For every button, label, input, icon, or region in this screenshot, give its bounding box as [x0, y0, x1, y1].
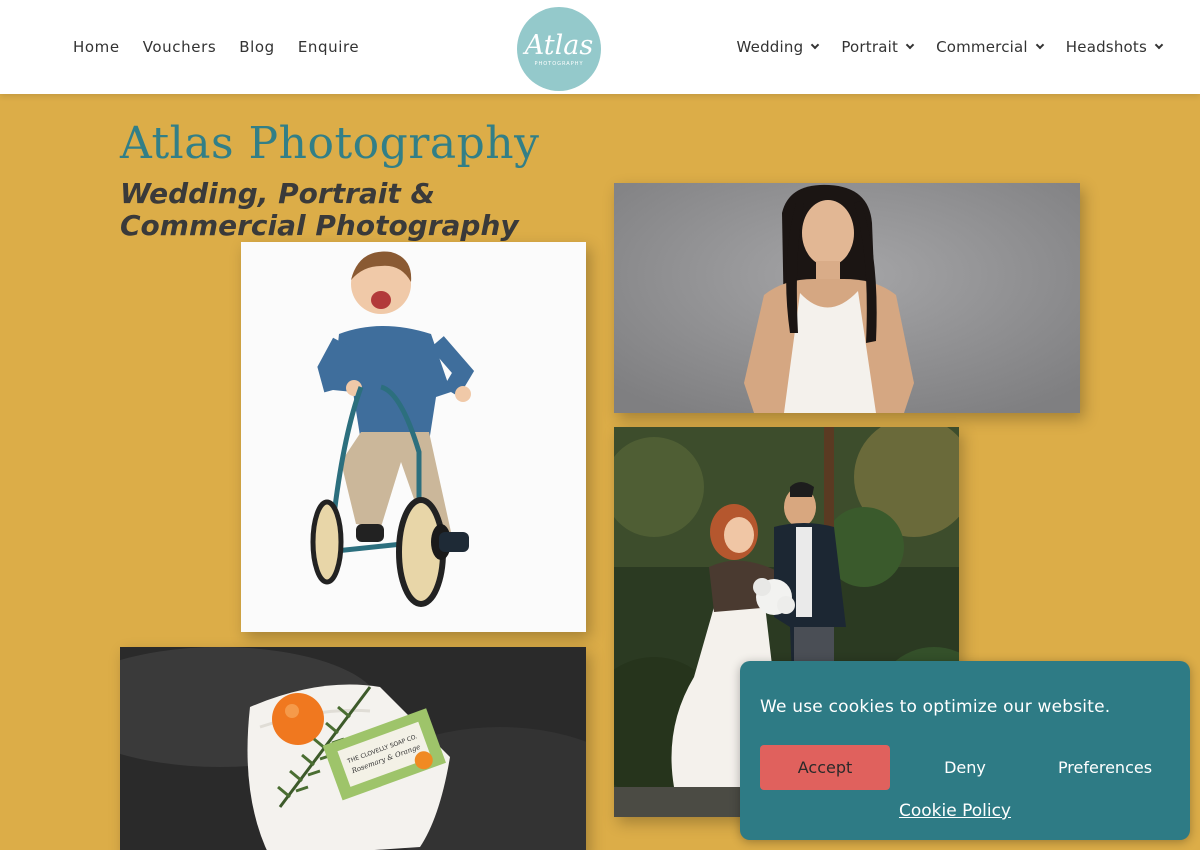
cookie-deny-button[interactable]: Deny — [910, 745, 1020, 790]
nav-blog-link[interactable]: Blog — [239, 38, 275, 56]
chevron-down-icon — [1154, 40, 1164, 50]
chevron-down-icon — [1035, 40, 1045, 50]
nav-portrait-menu[interactable]: Portrait — [841, 38, 915, 56]
cookie-message: We use cookies to optimize our website. — [760, 697, 1111, 717]
logo-wordmark: Atlas — [524, 29, 594, 61]
logo-subtext: PHOTOGRAPHY — [534, 60, 584, 67]
chevron-down-icon — [811, 40, 820, 50]
photo-soap-product: THE CLOVELLY SOAP CO. Rosemary & Orange — [120, 647, 586, 850]
nav-portrait-label: Portrait — [841, 38, 899, 56]
nav-headshots-menu[interactable]: Headshots — [1065, 38, 1164, 56]
page-title: Atlas Photography — [120, 118, 540, 169]
photo-woman-portrait — [614, 183, 1080, 413]
nav-wedding-label: Wedding — [736, 38, 804, 56]
primary-nav-right: Wedding Portrait Commercial Headshots — [713, 38, 1164, 56]
nav-wedding-menu[interactable]: Wedding — [736, 38, 820, 56]
page-subtitle: Wedding, Portrait & Commercial Photograp… — [120, 177, 519, 242]
nav-home-link[interactable]: Home — [73, 38, 120, 56]
cookie-policy-link[interactable]: Cookie Policy — [740, 801, 1170, 821]
nav-commercial-menu[interactable]: Commercial — [936, 38, 1045, 56]
chevron-down-icon — [905, 40, 915, 50]
nav-vouchers-link[interactable]: Vouchers — [143, 38, 217, 56]
cookie-consent-banner: We use cookies to optimize our website. … — [740, 661, 1190, 840]
cookie-accept-button[interactable]: Accept — [760, 745, 890, 790]
primary-nav-left: Home Vouchers Blog Enquire — [73, 38, 382, 56]
nav-headshots-label: Headshots — [1065, 38, 1147, 56]
site-logo[interactable]: Atlas PHOTOGRAPHY — [517, 7, 601, 91]
cookie-preferences-button[interactable]: Preferences — [1040, 745, 1170, 790]
nav-commercial-label: Commercial — [936, 38, 1028, 56]
nav-enquire-link[interactable]: Enquire — [298, 38, 359, 56]
site-header: Home Vouchers Blog Enquire Atlas PHOTOGR… — [0, 0, 1200, 94]
photo-child-tricycle — [241, 242, 586, 632]
